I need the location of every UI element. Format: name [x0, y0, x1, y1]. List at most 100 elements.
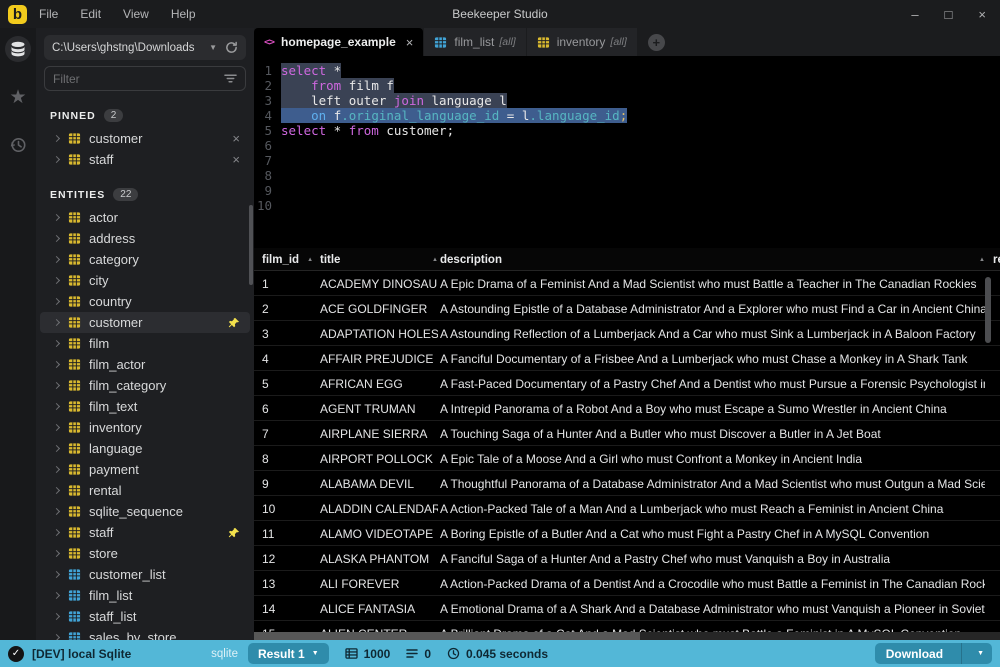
entity-item-actor[interactable]: actor — [40, 207, 250, 228]
tab-inventory[interactable]: inventory[all] — [527, 28, 637, 56]
chevron-right-icon[interactable] — [53, 592, 60, 599]
cell-film-id[interactable]: 6 — [262, 396, 318, 421]
cell-description[interactable]: A Astounding Epistle of a Database Admin… — [440, 296, 985, 321]
entity-item-payment[interactable]: payment — [40, 459, 250, 480]
entity-item-film_text[interactable]: film_text — [40, 396, 250, 417]
cell-description[interactable]: A Action-Packed Tale of a Man And a Lumb… — [440, 496, 985, 521]
tab-homepage_example[interactable]: <>homepage_example× — [254, 28, 423, 56]
cell-title[interactable]: AGENT TRUMAN — [320, 396, 438, 421]
pinned-section-header[interactable]: PINNED 2 — [36, 101, 254, 128]
editor-line[interactable]: 4 on f.original_language_id = l.language… — [254, 108, 1000, 123]
entity-item-inventory[interactable]: inventory — [40, 417, 250, 438]
editor-line[interactable]: 1select * — [254, 63, 1000, 78]
cell-description[interactable]: A Touching Saga of a Hunter And a Butler… — [440, 421, 985, 446]
chevron-right-icon[interactable] — [53, 298, 60, 305]
cell-film-id[interactable]: 12 — [262, 546, 318, 571]
cell-film-id[interactable]: 14 — [262, 596, 318, 621]
cell-film-id[interactable]: 11 — [262, 521, 318, 546]
chevron-right-icon[interactable] — [53, 613, 60, 620]
cell-description[interactable]: A Emotional Drama of a A Shark And a Dat… — [440, 596, 985, 621]
cell-description[interactable]: A Action-Packed Drama of a Dentist And a… — [440, 571, 985, 596]
cell-description[interactable]: A Epic Drama of a Feminist And a Mad Sci… — [440, 271, 985, 296]
entity-item-customer[interactable]: customer — [40, 312, 250, 333]
column-header-film_id[interactable]: film_id▲ — [262, 248, 318, 271]
table-row[interactable]: 6AGENT TRUMANA Intrepid Panorama of a Ro… — [254, 396, 1000, 421]
chevron-right-icon[interactable] — [53, 466, 60, 473]
filter-input[interactable] — [53, 72, 224, 86]
cell-title[interactable]: AFRICAN EGG — [320, 371, 438, 396]
entity-item-address[interactable]: address — [40, 228, 250, 249]
entity-item-film_actor[interactable]: film_actor — [40, 354, 250, 375]
entity-item-film_list[interactable]: film_list — [40, 585, 250, 606]
cell-title[interactable]: ALAMO VIDEOTAPE — [320, 521, 438, 546]
table-row[interactable]: 4AFFAIR PREJUDICEA Fanciful Documentary … — [254, 346, 1000, 371]
refresh-icon[interactable] — [225, 41, 238, 54]
minimize-button[interactable]: – — [911, 8, 918, 21]
cell-description[interactable]: A Fanciful Saga of a Hunter And a Pastry… — [440, 546, 985, 571]
chevron-right-icon[interactable] — [53, 214, 60, 221]
column-header-release_year[interactable]: release_year — [993, 248, 1000, 271]
cell-title[interactable]: ALICE FANTASIA — [320, 596, 438, 621]
history-icon[interactable] — [5, 132, 31, 158]
column-header-description[interactable]: description▲ — [440, 248, 985, 271]
entity-item-customer_list[interactable]: customer_list — [40, 564, 250, 585]
cell-title[interactable]: ALABAMA DEVIL — [320, 471, 438, 496]
table-row[interactable]: 8AIRPORT POLLOCKA Epic Tale of a Moose A… — [254, 446, 1000, 471]
table-row[interactable]: 2ACE GOLDFINGERA Astounding Epistle of a… — [254, 296, 1000, 321]
cell-title[interactable]: ALASKA PHANTOM — [320, 546, 438, 571]
chevron-right-icon[interactable] — [53, 319, 60, 326]
chevron-right-icon[interactable] — [53, 235, 60, 242]
cell-title[interactable]: ACADEMY DINOSAUR — [320, 271, 438, 296]
entity-item-country[interactable]: country — [40, 291, 250, 312]
connection-path-dropdown[interactable]: C:\Users\ghstng\Downloads ▼ — [44, 35, 246, 60]
editor-line[interactable]: 6 — [254, 138, 1000, 153]
entity-item-staff[interactable]: staff — [40, 522, 250, 543]
close-button[interactable]: × — [978, 8, 986, 21]
editor-line[interactable]: 5select * from customer; — [254, 123, 1000, 138]
cell-description[interactable]: A Thoughtful Panorama of a Database Admi… — [440, 471, 985, 496]
editor-line[interactable]: 8 — [254, 168, 1000, 183]
maximize-button[interactable]: □ — [945, 8, 953, 21]
chevron-right-icon[interactable] — [53, 277, 60, 284]
cell-film-id[interactable]: 10 — [262, 496, 318, 521]
entity-item-film_category[interactable]: film_category — [40, 375, 250, 396]
results-horizontal-scrollbar[interactable] — [254, 632, 640, 640]
entity-item-store[interactable]: store — [40, 543, 250, 564]
table-row[interactable]: 11ALAMO VIDEOTAPEA Boring Epistle of a B… — [254, 521, 1000, 546]
results-vertical-scrollbar[interactable] — [985, 277, 991, 343]
result-selector[interactable]: Result 1 ▼ — [248, 643, 329, 664]
cell-film-id[interactable]: 9 — [262, 471, 318, 496]
chevron-right-icon[interactable] — [53, 135, 60, 142]
table-row[interactable]: 10ALADDIN CALENDARA Action-Packed Tale o… — [254, 496, 1000, 521]
entity-item-city[interactable]: city — [40, 270, 250, 291]
cell-title[interactable]: AFFAIR PREJUDICE — [320, 346, 438, 371]
sort-arrow-icon[interactable]: ▲ — [432, 257, 438, 263]
entities-section-header[interactable]: ENTITIES 22 — [36, 180, 254, 207]
cell-description[interactable]: A Fast-Paced Documentary of a Pastry Che… — [440, 371, 985, 396]
chevron-right-icon[interactable] — [53, 508, 60, 515]
chevron-right-icon[interactable] — [53, 529, 60, 536]
table-row[interactable]: 12ALASKA PHANTOMA Fanciful Saga of a Hun… — [254, 546, 1000, 571]
menu-view[interactable]: View — [123, 7, 149, 21]
editor-line[interactable]: 10 — [254, 198, 1000, 213]
download-button[interactable]: Download ▼ — [875, 643, 992, 664]
chevron-right-icon[interactable] — [53, 445, 60, 452]
editor-line[interactable]: 2 from film f — [254, 78, 1000, 93]
sql-editor[interactable]: 1select *2 from film f3 left outer join … — [254, 56, 1000, 248]
cell-film-id[interactable]: 1 — [262, 271, 318, 296]
cell-film-id[interactable]: 4 — [262, 346, 318, 371]
menu-edit[interactable]: Edit — [80, 7, 101, 21]
entity-item-film[interactable]: film — [40, 333, 250, 354]
table-row[interactable]: 1ACADEMY DINOSAURA Epic Drama of a Femin… — [254, 271, 1000, 296]
download-caret-icon[interactable]: ▼ — [969, 650, 992, 657]
entity-item-category[interactable]: category — [40, 249, 250, 270]
table-row[interactable]: 14ALICE FANTASIAA Emotional Drama of a A… — [254, 596, 1000, 621]
cell-film-id[interactable]: 5 — [262, 371, 318, 396]
entity-item-sales_by_store[interactable]: sales_by_store — [40, 627, 250, 640]
tables-panel-icon[interactable] — [5, 36, 31, 62]
cell-title[interactable]: AIRPLANE SIERRA — [320, 421, 438, 446]
entity-item-staff_list[interactable]: staff_list — [40, 606, 250, 627]
sort-arrow-icon[interactable]: ▲ — [979, 257, 985, 263]
cell-description[interactable]: A Fanciful Documentary of a Frisbee And … — [440, 346, 985, 371]
chevron-right-icon[interactable] — [53, 361, 60, 368]
